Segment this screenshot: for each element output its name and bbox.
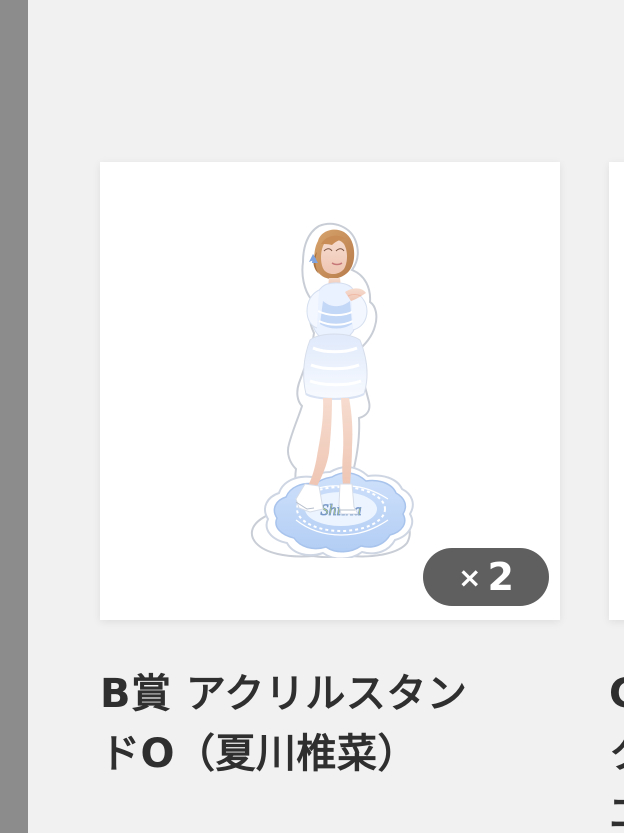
- acrylic-stand-image: Shiina: [250, 222, 414, 558]
- next-prize-title-line-3: エ: [609, 784, 624, 833]
- next-prize-title-line-1: C: [609, 671, 624, 717]
- quantity-badge: × 2: [423, 548, 549, 606]
- stand-base: Shiina: [264, 466, 414, 558]
- prize-card-b[interactable]: Shiina: [100, 162, 560, 620]
- prize-title: B賞 アクリルスタン ドO（夏川椎菜）: [100, 664, 570, 784]
- prize-title-line-2: ドO（夏川椎菜）: [100, 731, 419, 777]
- next-prize-card[interactable]: [609, 162, 624, 620]
- next-prize-title: C ク エ: [609, 664, 624, 833]
- left-gray-rail: [0, 0, 28, 833]
- multiply-icon: ×: [458, 561, 482, 594]
- prize-title-line-1: B賞 アクリルスタン: [100, 671, 468, 717]
- prize-list-page: Shiina: [28, 0, 624, 833]
- quantity-count: 2: [487, 555, 514, 599]
- next-prize-title-line-2: ク: [609, 724, 624, 784]
